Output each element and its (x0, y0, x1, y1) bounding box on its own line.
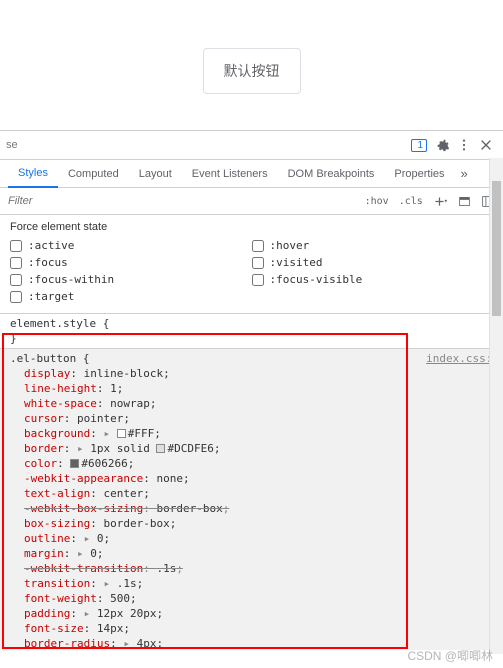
checkbox[interactable] (10, 291, 22, 303)
css-declaration[interactable]: background: ▸ #FFF; (10, 426, 501, 441)
state-hover[interactable]: :hover (252, 239, 494, 252)
close-button[interactable] (475, 134, 497, 156)
css-declaration[interactable]: border-radius: ▸ 4px; (10, 636, 501, 650)
close-icon (479, 138, 493, 152)
filter-toolbar: :hov .cls ▾ (0, 188, 503, 215)
css-declaration[interactable]: display: inline-block; (10, 366, 501, 381)
el-button-rule-block[interactable]: index.css:1 .el-button { display: inline… (0, 349, 503, 650)
state-focus[interactable]: :focus (10, 256, 252, 269)
checkbox[interactable] (10, 257, 22, 269)
selector: .el-button (10, 352, 76, 365)
css-declaration[interactable]: -webkit-transition: .1s; (10, 561, 501, 576)
css-declaration[interactable]: line-height: 1; (10, 381, 501, 396)
page-preview: 默认按钮 (0, 0, 503, 130)
selector: element.style (10, 317, 96, 330)
state-visited[interactable]: :visited (252, 256, 494, 269)
checkbox[interactable] (252, 257, 264, 269)
css-declaration[interactable]: text-align: center; (10, 486, 501, 501)
kebab-icon (457, 138, 471, 152)
css-declaration[interactable]: box-sizing: border-box; (10, 516, 501, 531)
issues-badge[interactable]: 1 (411, 139, 427, 152)
css-declaration[interactable]: transition: ▸ .1s; (10, 576, 501, 591)
css-declaration[interactable]: font-size: 14px; (10, 621, 501, 636)
css-declaration[interactable]: border: ▸ 1px solid #DCDFE6; (10, 441, 501, 456)
tab-properties[interactable]: Properties (384, 160, 454, 188)
css-declaration[interactable]: cursor: pointer; (10, 411, 501, 426)
css-declaration[interactable]: color: #606266; (10, 456, 501, 471)
styles-pane: element.style { } index.css:1 .el-button… (0, 314, 503, 650)
checkbox[interactable] (252, 274, 264, 286)
panel-icon (458, 195, 471, 208)
tab-dom-breakpoints[interactable]: DOM Breakpoints (278, 160, 385, 188)
badge-count: 1 (417, 140, 423, 151)
checkbox[interactable] (10, 240, 22, 252)
tabs-overflow[interactable]: » (455, 166, 474, 181)
force-state-title: Force element state (10, 221, 493, 233)
panel-title: se (6, 139, 18, 151)
css-declaration[interactable]: white-space: nowrap; (10, 396, 501, 411)
css-declaration[interactable]: font-weight: 500; (10, 591, 501, 606)
computed-sidebar-button[interactable] (453, 188, 476, 214)
tab-event-listeners[interactable]: Event Listeners (182, 160, 278, 188)
cls-toggle[interactable]: .cls (394, 188, 428, 214)
more-button[interactable] (453, 134, 475, 156)
tab-layout[interactable]: Layout (129, 160, 182, 188)
default-button[interactable]: 默认按钮 (203, 48, 301, 94)
css-declaration[interactable]: outline: ▸ 0; (10, 531, 501, 546)
styles-tabs: Styles Computed Layout Event Listeners D… (0, 160, 503, 188)
checkbox[interactable] (10, 274, 22, 286)
state-active[interactable]: :active (10, 239, 252, 252)
force-state-panel: Force element state :active :focus :focu… (0, 215, 503, 314)
scrollbar-thumb[interactable] (492, 181, 501, 316)
scrollbar[interactable] (489, 158, 503, 654)
settings-button[interactable] (431, 134, 453, 156)
css-declaration[interactable]: -webkit-appearance: none; (10, 471, 501, 486)
checkbox[interactable] (252, 240, 264, 252)
state-focus-visible[interactable]: :focus-visible (252, 273, 494, 286)
element-style-block[interactable]: element.style { } (0, 314, 503, 349)
new-rule-button[interactable]: ▾ (428, 188, 453, 214)
tab-computed[interactable]: Computed (58, 160, 129, 188)
devtools-toolbar: se 1 (0, 130, 503, 160)
tab-styles[interactable]: Styles (8, 160, 58, 188)
gear-icon (435, 138, 449, 152)
hov-toggle[interactable]: :hov (360, 188, 394, 214)
css-declaration[interactable]: margin: ▸ 0; (10, 546, 501, 561)
state-target[interactable]: :target (10, 290, 252, 303)
filter-input[interactable] (4, 188, 360, 214)
css-declaration[interactable]: padding: ▸ 12px 20px; (10, 606, 501, 621)
css-declaration[interactable]: -webkit-box-sizing: border-box; (10, 501, 501, 516)
state-focus-within[interactable]: :focus-within (10, 273, 252, 286)
